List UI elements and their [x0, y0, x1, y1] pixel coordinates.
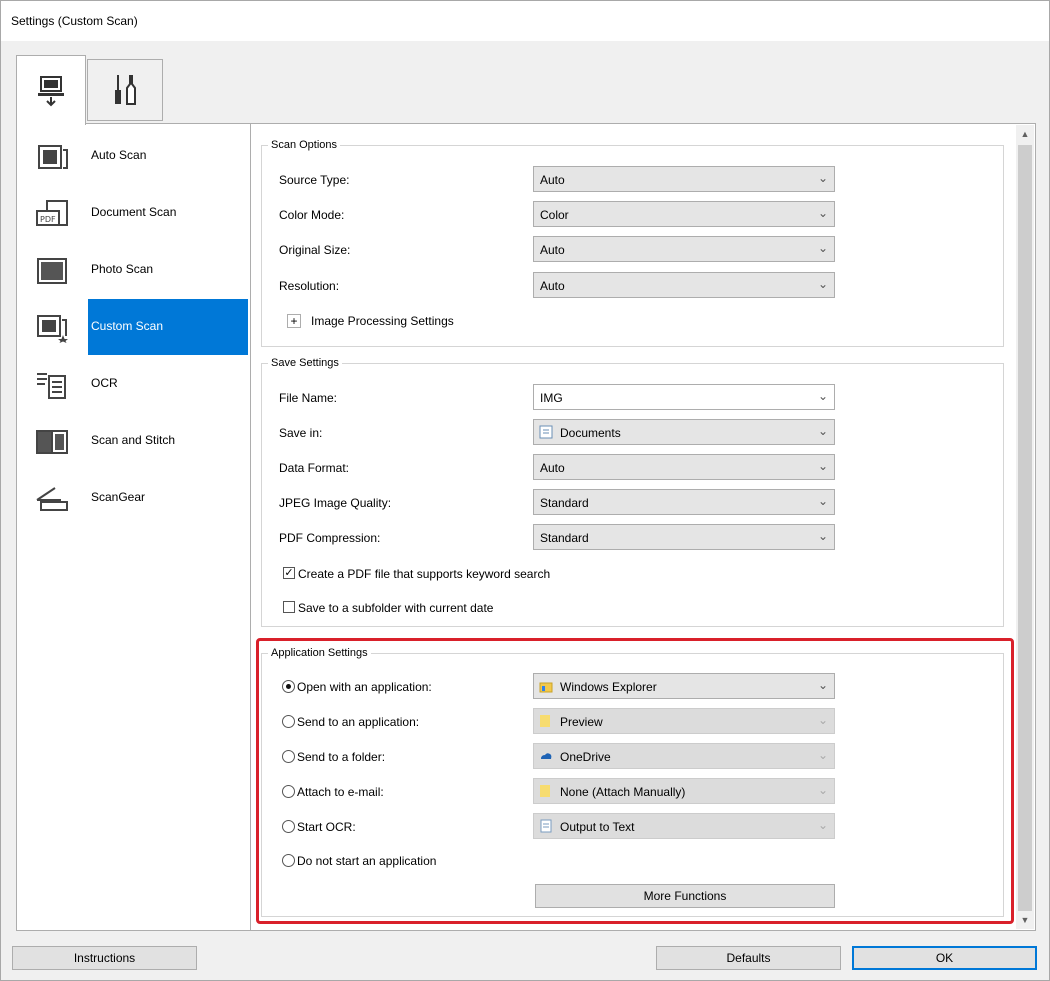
file-name-value: IMG — [540, 391, 563, 405]
original-size-label: Original Size: — [279, 243, 351, 257]
scan-item-label: Document Scan — [91, 205, 177, 219]
chevron-down-icon: ⌄ — [817, 529, 828, 543]
documents-folder-icon — [539, 425, 553, 439]
scan-options-legend: Scan Options — [271, 139, 338, 151]
photo-scan-icon — [37, 258, 67, 284]
original-size-select[interactable]: Auto ⌄ — [533, 236, 835, 262]
file-name-combobox[interactable]: IMG ⌄ — [533, 384, 835, 410]
svg-text:PDF: PDF — [40, 215, 56, 224]
scan-item-label: Custom Scan — [91, 319, 164, 333]
scan-item-label: ScanGear — [91, 490, 146, 504]
image-processing-expand-button[interactable]: + — [287, 314, 301, 328]
settings-window: Settings (Custom Scan) Auto Scan PDF Doc… — [0, 0, 1050, 981]
chevron-down-icon: ⌄ — [817, 459, 828, 473]
window-title: Settings (Custom Scan) — [11, 14, 138, 28]
resolution-label: Resolution: — [279, 279, 340, 293]
scan-and-stitch-icon — [36, 430, 68, 454]
color-mode-value: Color — [540, 208, 569, 222]
image-processing-label: Image Processing Settings — [311, 314, 454, 328]
scroll-down-icon[interactable]: ▼ — [1016, 911, 1034, 929]
general-settings-tools-icon — [115, 75, 136, 105]
scan-item-ocr[interactable]: OCR — [17, 356, 250, 412]
scan-item-label: Scan and Stitch — [91, 433, 176, 447]
ok-button[interactable]: OK — [852, 946, 1037, 970]
scan-item-photo-scan[interactable]: Photo Scan — [17, 242, 250, 298]
scan-item-document-scan[interactable]: PDF Document Scan — [17, 185, 250, 241]
chevron-down-icon: ⌄ — [817, 389, 828, 403]
tab-scan-from-computer[interactable] — [16, 55, 86, 125]
instructions-button[interactable]: Instructions — [12, 946, 197, 970]
scan-item-label: OCR — [91, 376, 118, 390]
scan-item-label: Auto Scan — [91, 148, 147, 162]
source-type-label: Source Type: — [279, 173, 350, 187]
keyword-pdf-label: Create a PDF file that supports keyword … — [298, 567, 551, 581]
application-settings-highlight — [256, 638, 1014, 924]
data-format-label: Data Format: — [279, 461, 350, 475]
pdf-compression-value: Standard — [540, 531, 589, 545]
file-name-label: File Name: — [279, 391, 338, 405]
vertical-scrollbar[interactable]: ▲ ▼ — [1016, 125, 1034, 929]
scroll-up-icon[interactable]: ▲ — [1016, 125, 1034, 143]
title-bar: Settings (Custom Scan) — [1, 1, 1049, 41]
color-mode-select[interactable]: Color ⌄ — [533, 201, 835, 227]
chevron-down-icon: ⌄ — [817, 206, 828, 220]
scan-item-auto-scan[interactable]: Auto Scan — [17, 128, 250, 184]
chevron-down-icon: ⌄ — [817, 494, 828, 508]
ocr-icon — [37, 373, 66, 399]
source-type-select[interactable]: Auto ⌄ — [533, 166, 835, 192]
scan-item-scan-and-stitch[interactable]: Scan and Stitch — [17, 413, 250, 469]
chevron-down-icon: ⌄ — [817, 171, 828, 185]
scrollbar-thumb[interactable] — [1018, 145, 1032, 911]
save-in-label: Save in: — [279, 426, 323, 440]
custom-scan-icon — [37, 315, 68, 343]
save-in-value: Documents — [560, 426, 621, 440]
jpeg-quality-select[interactable]: Standard ⌄ — [533, 489, 835, 515]
scangear-icon — [36, 487, 68, 511]
subfolder-checkbox[interactable] — [283, 601, 295, 613]
keyword-pdf-checkbox[interactable]: ✓ — [283, 567, 295, 579]
scan-item-custom-scan[interactable]: Custom Scan — [17, 299, 250, 355]
tab-general-settings[interactable] — [87, 59, 163, 121]
data-format-value: Auto — [540, 461, 565, 475]
subfolder-label: Save to a subfolder with current date — [298, 601, 494, 615]
jpeg-quality-value: Standard — [540, 496, 589, 510]
auto-scan-icon — [38, 145, 68, 169]
save-in-select[interactable]: Documents ⌄ — [533, 419, 835, 445]
pdf-compression-label: PDF Compression: — [279, 531, 381, 545]
save-settings-legend: Save Settings — [271, 357, 339, 369]
data-format-select[interactable]: Auto ⌄ — [533, 454, 835, 480]
scan-item-scangear[interactable]: ScanGear — [17, 470, 250, 526]
chevron-down-icon: ⌄ — [817, 241, 828, 255]
scan-from-computer-icon — [38, 75, 64, 106]
resolution-value: Auto — [540, 279, 565, 293]
resolution-select[interactable]: Auto ⌄ — [533, 272, 835, 298]
scan-type-list: Auto Scan PDF Document Scan Photo Scan C… — [16, 123, 251, 931]
document-scan-icon: PDF — [36, 200, 68, 226]
chevron-down-icon: ⌄ — [817, 424, 828, 438]
original-size-value: Auto — [540, 243, 565, 257]
color-mode-label: Color Mode: — [279, 208, 345, 222]
scan-item-label: Photo Scan — [91, 262, 154, 276]
defaults-button[interactable]: Defaults — [656, 946, 841, 970]
pdf-compression-select[interactable]: Standard ⌄ — [533, 524, 835, 550]
jpeg-quality-label: JPEG Image Quality: — [279, 496, 392, 510]
source-type-value: Auto — [540, 173, 565, 187]
chevron-down-icon: ⌄ — [817, 277, 828, 291]
